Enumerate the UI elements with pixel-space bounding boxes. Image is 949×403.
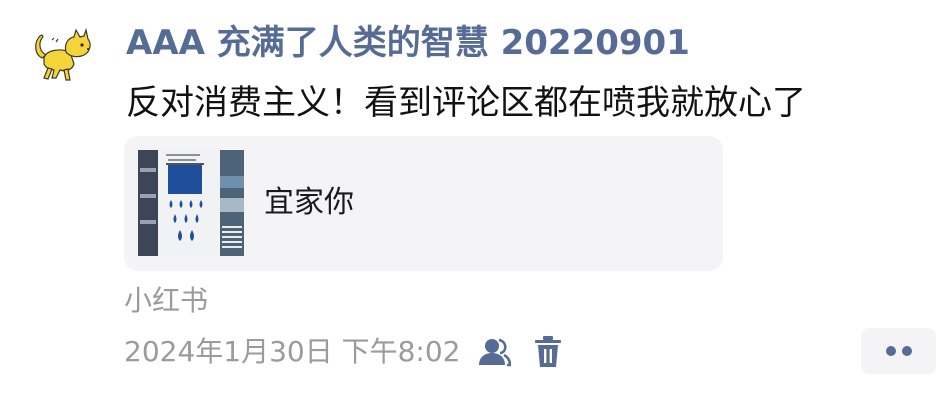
author-name[interactable]: AAA 充满了人类的智慧 20220901	[126, 18, 690, 68]
people-icon[interactable]	[472, 330, 516, 374]
cat-avatar-icon	[35, 27, 91, 81]
timestamp: 2024年1月30日 下午8:02	[124, 335, 461, 368]
more-button[interactable]	[861, 328, 936, 374]
link-card[interactable]: 宜家你	[124, 136, 723, 271]
link-card-title: 宜家你	[264, 185, 354, 220]
store-shelf-image-icon	[138, 150, 244, 256]
card-thumbnail	[138, 150, 244, 256]
avatar[interactable]	[30, 27, 94, 84]
more-dots-icon	[885, 346, 912, 356]
trash-icon[interactable]	[526, 330, 570, 374]
moments-post: AAA 充满了人类的智慧 20220901 反对消费主义！看到评论区都在喷我就放…	[0, 0, 949, 403]
meta-row: 2024年1月30日 下午8:02	[124, 330, 570, 374]
source-label[interactable]: 小红书	[124, 280, 208, 322]
post-text: 反对消费主义！看到评论区都在喷我就放心了	[126, 83, 806, 123]
